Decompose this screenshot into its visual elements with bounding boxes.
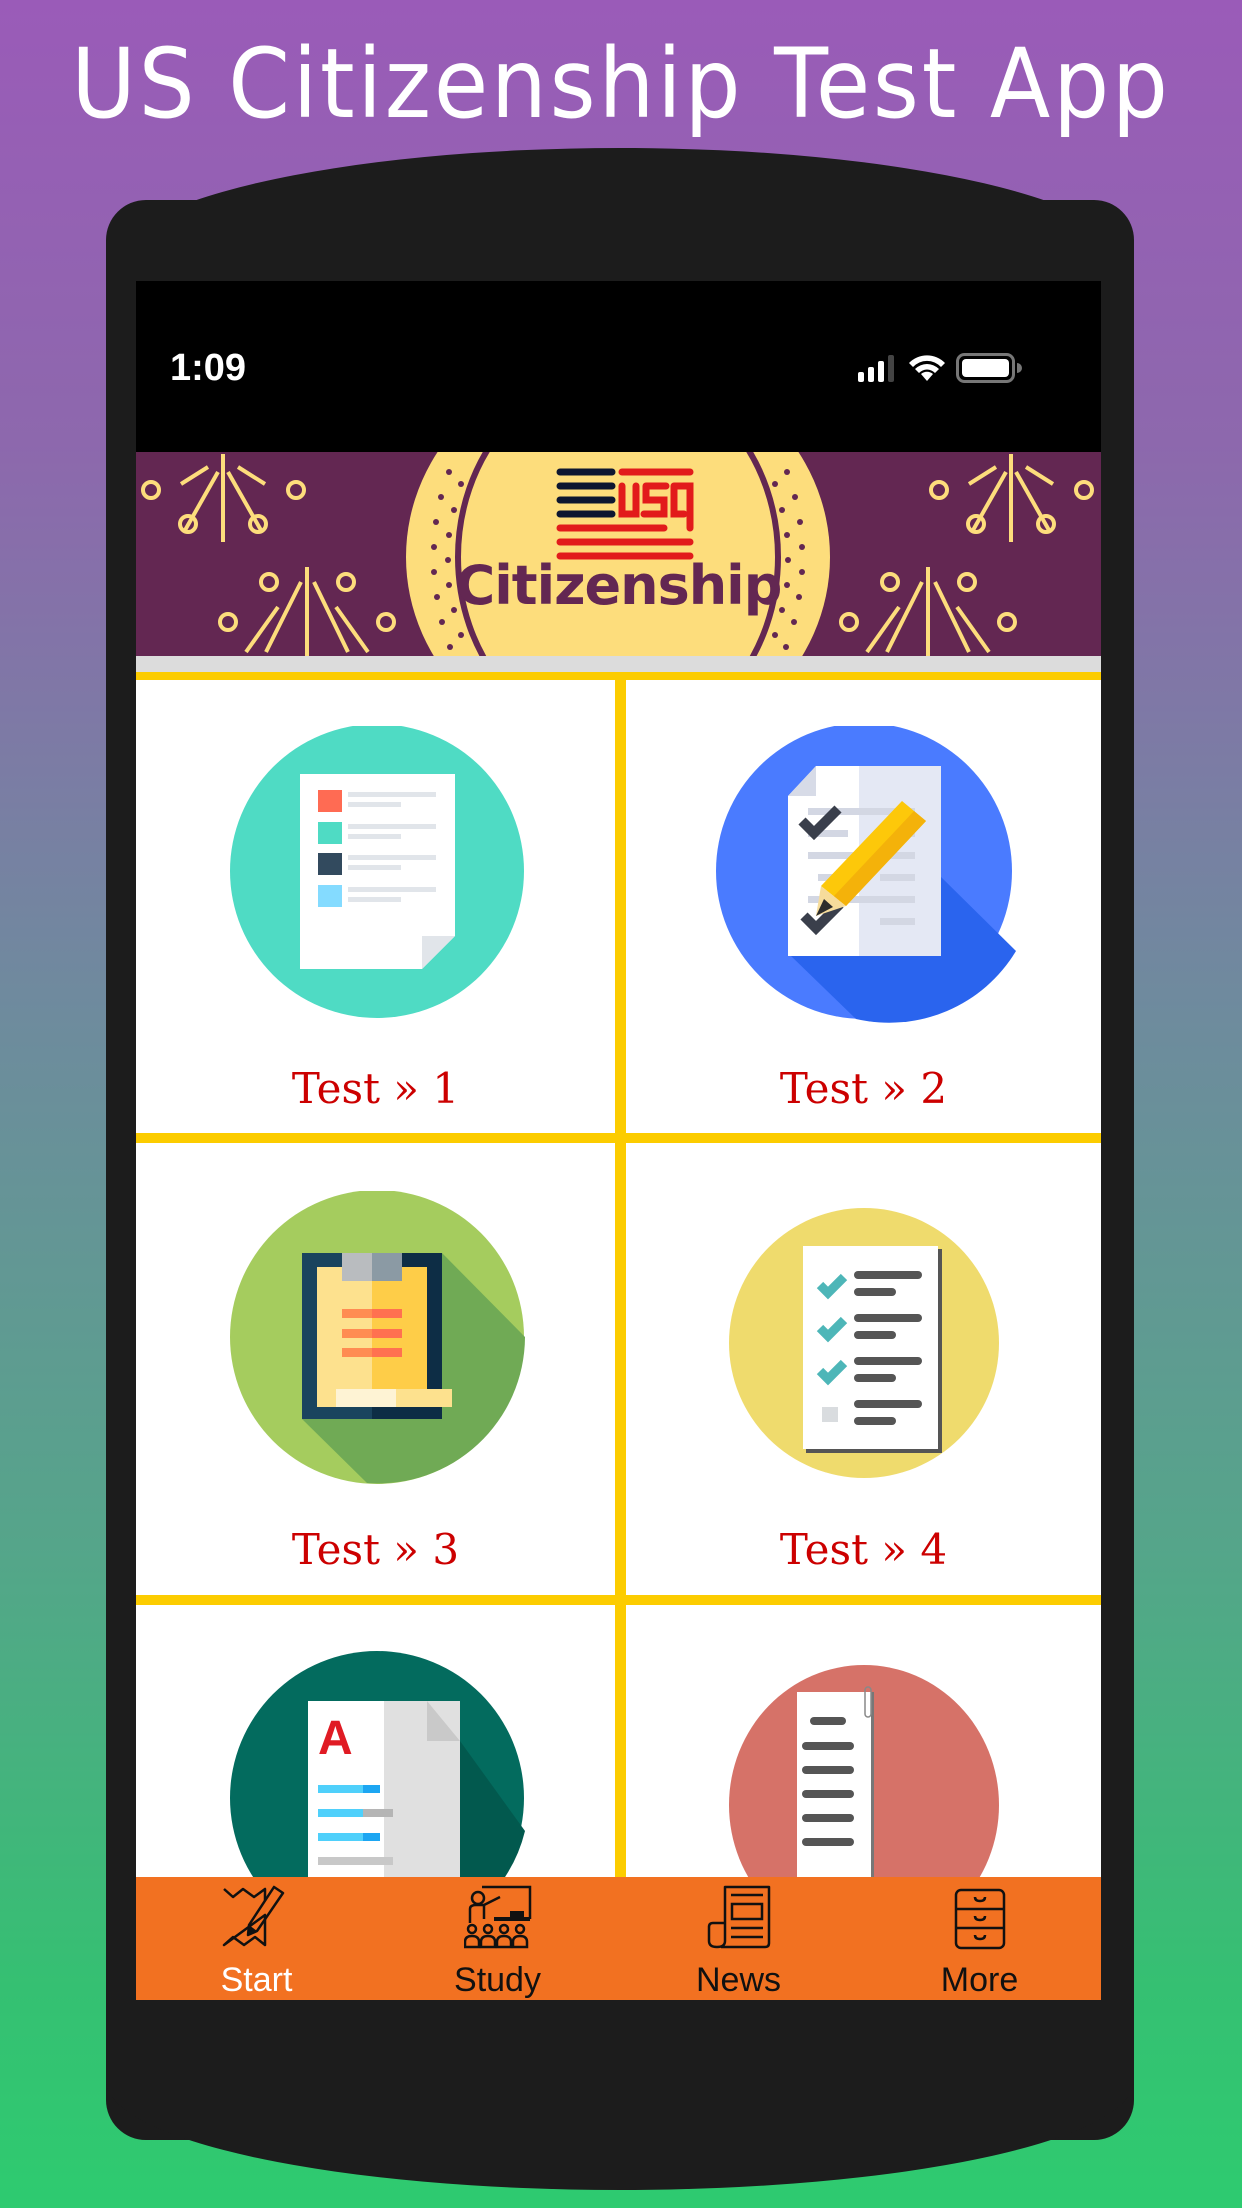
phone-bottom [106,2080,1134,2190]
tab-study[interactable]: Study [377,1877,618,2000]
test-4-label: Test » 4 [779,1525,948,1574]
battery-icon [956,353,1022,383]
tab-news[interactable]: News [618,1877,859,2000]
test-3-label: Test » 3 [291,1525,460,1574]
tab-study-label: Study [454,1961,541,1999]
clipboard-icon [230,1191,525,1484]
svg-text:A: A [318,1712,353,1765]
file-cabinet-icon [954,1888,1005,1950]
test-2-card[interactable]: Test » 2 [626,680,1101,1133]
banner-title: Citizenship [455,554,783,617]
test-2-label: Test » 2 [779,1064,948,1113]
firework-decoration [141,454,306,542]
app-screen: 1:09 Citizenship Test » 1 Test » 2 Test … [136,281,1101,2000]
cellular-signal-icon [858,355,894,382]
tab-more-label: More [940,1961,1019,1999]
citizenship-banner: Citizenship [136,452,1101,656]
map-pencil-icon [222,1885,284,1947]
tab-start-label: Start [220,1961,293,1999]
tab-news-label: News [695,1961,782,1999]
test-grid: Test » 1 Test » 2 Test » 3 Test » 4 A [136,672,1101,2000]
status-icons [858,353,1022,383]
test-1-label: Test » 1 [291,1064,460,1113]
tab-start[interactable]: Start [136,1877,377,2000]
bottom-tab-bar: Start Study News More [136,1877,1101,2000]
newspaper-icon [707,1885,770,1949]
document-list-icon [230,726,524,1018]
tab-more[interactable]: More [859,1877,1100,2000]
wifi-icon [909,355,945,381]
checklist-icon [729,1208,999,1478]
promo-title: US Citizenship Test App [71,28,1171,140]
checklist-pencil-icon [716,726,1016,1023]
status-time: 1:09 [170,347,247,389]
banner-divider [136,656,1101,672]
test-3-card[interactable]: Test » 3 [136,1143,615,1595]
firework-decoration [929,454,1094,542]
classroom-icon [463,1885,531,1949]
test-1-card[interactable]: Test » 1 [136,680,615,1133]
status-bar: 1:09 [136,281,1101,452]
test-4-card[interactable]: Test » 4 [626,1143,1101,1595]
